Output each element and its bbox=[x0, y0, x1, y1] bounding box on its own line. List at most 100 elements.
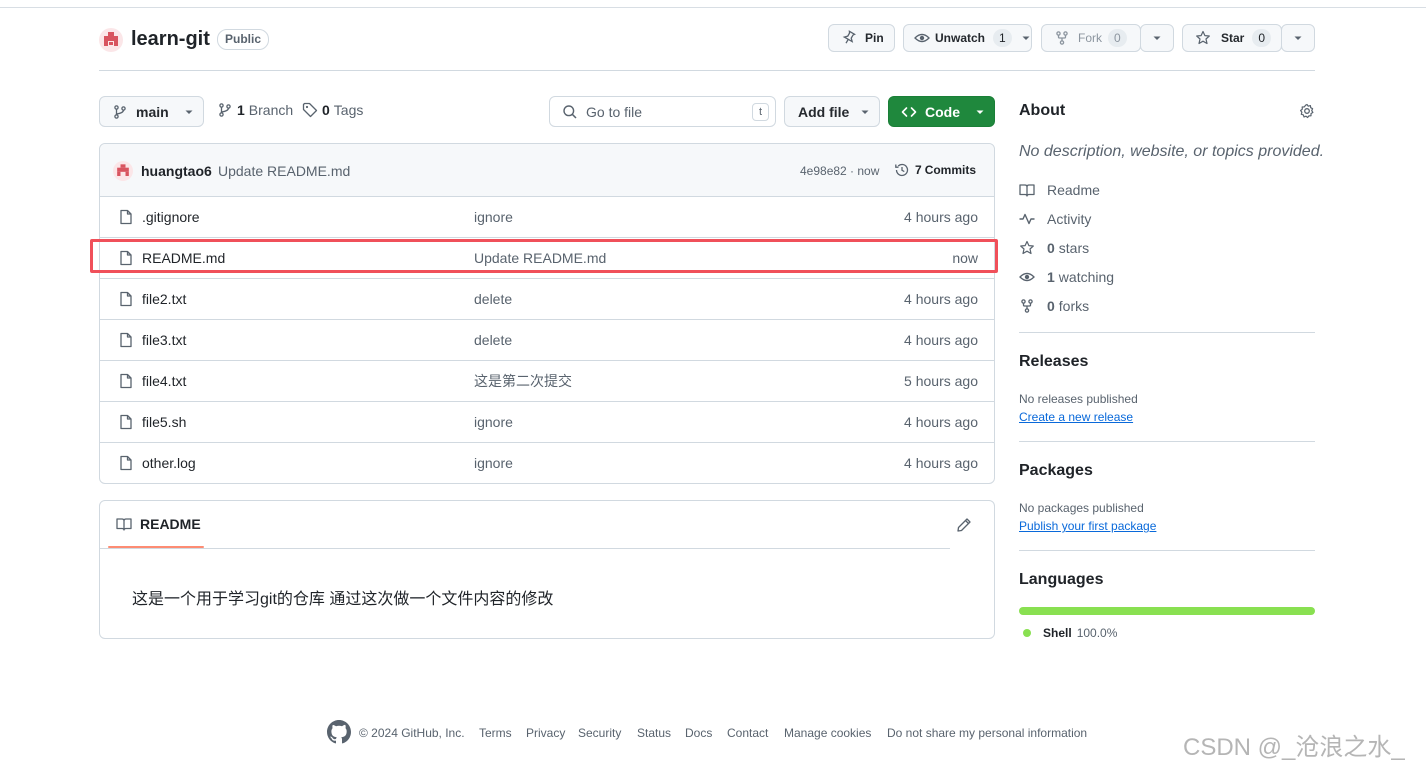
file-commit-time: 5 hours ago bbox=[904, 373, 978, 389]
publish-package-link[interactable]: Publish your first package bbox=[1019, 519, 1156, 533]
file-commit-message[interactable]: delete bbox=[474, 332, 512, 348]
footer-link-privacy[interactable]: Privacy bbox=[526, 726, 565, 740]
commit-author[interactable]: huangtao6 bbox=[141, 163, 212, 179]
file-commit-message[interactable]: ignore bbox=[474, 209, 513, 225]
file-icon bbox=[118, 291, 134, 307]
footer-link-manage-cookies[interactable]: Manage cookies bbox=[784, 726, 871, 740]
footer-link-docs[interactable]: Docs bbox=[685, 726, 712, 740]
file-row[interactable]: file5.sh ignore 4 hours ago bbox=[100, 401, 994, 442]
pin-label: Pin bbox=[865, 31, 884, 45]
file-name[interactable]: file5.sh bbox=[142, 414, 186, 430]
search-shortcut-key: t bbox=[752, 103, 769, 121]
commit-message[interactable]: Update README.md bbox=[218, 163, 350, 179]
visibility-badge: Public bbox=[217, 29, 270, 50]
footer-link-contact[interactable]: Contact bbox=[727, 726, 768, 740]
file-row[interactable]: .gitignore ignore 4 hours ago bbox=[100, 196, 994, 237]
file-row[interactable]: other.log ignore 4 hours ago bbox=[100, 442, 994, 483]
file-row[interactable]: file4.txt 这是第二次提交 5 hours ago bbox=[100, 360, 994, 401]
about-settings-button[interactable] bbox=[1299, 103, 1315, 119]
releases-heading[interactable]: Releases bbox=[1019, 353, 1088, 371]
create-release-link[interactable]: Create a new release bbox=[1019, 410, 1133, 424]
file-icon bbox=[118, 332, 134, 348]
fork-icon bbox=[1019, 298, 1047, 314]
readme-link[interactable]: Readme bbox=[1019, 182, 1100, 198]
file-name[interactable]: .gitignore bbox=[142, 209, 200, 225]
git-branch-icon bbox=[112, 104, 128, 120]
file-icon bbox=[118, 209, 134, 225]
repo-avatar[interactable] bbox=[99, 28, 123, 52]
file-commit-message[interactable]: 这是第二次提交 bbox=[474, 371, 572, 391]
forks-count: 0 bbox=[1047, 298, 1055, 314]
sidebar-divider bbox=[1019, 332, 1315, 333]
edit-readme-button[interactable] bbox=[956, 517, 972, 533]
book-icon bbox=[1019, 182, 1047, 198]
sidebar-divider bbox=[1019, 550, 1315, 551]
repo-name[interactable]: learn-git bbox=[131, 28, 210, 51]
tags-link[interactable]: 0 Tags bbox=[302, 102, 363, 118]
file-commit-time: 4 hours ago bbox=[904, 291, 978, 307]
file-name[interactable]: file3.txt bbox=[142, 332, 186, 348]
file-name[interactable]: file4.txt bbox=[142, 373, 186, 389]
search-icon bbox=[562, 104, 578, 120]
about-description: No description, website, or topics provi… bbox=[1019, 143, 1325, 160]
chevron-down-icon bbox=[974, 106, 986, 118]
file-commit-time: 4 hours ago bbox=[904, 332, 978, 348]
chevron-down-icon[interactable] bbox=[1020, 32, 1032, 44]
branch-name: main bbox=[136, 103, 169, 120]
commits-link[interactable]: 7 Commits bbox=[894, 162, 976, 178]
go-to-file-search[interactable]: Go to file t bbox=[549, 96, 776, 127]
branches-label: Branch bbox=[248, 102, 294, 118]
file-commit-message[interactable]: delete bbox=[474, 291, 512, 307]
footer-link-status[interactable]: Status bbox=[637, 726, 671, 740]
commit-hash-time[interactable]: 4e98e82 · now bbox=[800, 164, 879, 178]
file-name[interactable]: other.log bbox=[142, 455, 196, 471]
branch-select[interactable]: main bbox=[99, 96, 204, 127]
watermark: CSDN @_沧浪之水_ bbox=[1183, 734, 1405, 761]
file-commit-message[interactable]: ignore bbox=[474, 455, 513, 471]
releases-empty-text: No releases published bbox=[1019, 392, 1138, 406]
fork-label: Fork bbox=[1078, 31, 1102, 45]
readme-divider bbox=[100, 548, 950, 549]
chevron-down-icon bbox=[1151, 32, 1163, 44]
unwatch-label: Unwatch bbox=[935, 31, 986, 45]
footer-link-security[interactable]: Security bbox=[578, 726, 621, 740]
unwatch-button[interactable]: Unwatch 1 bbox=[903, 24, 1032, 52]
github-logo-icon[interactable] bbox=[327, 720, 351, 744]
code-button[interactable]: Code bbox=[888, 96, 995, 127]
readme-tab[interactable]: README bbox=[116, 516, 201, 532]
fork-dropdown-button[interactable] bbox=[1140, 24, 1174, 52]
stars-link[interactable]: 0 stars bbox=[1019, 240, 1089, 256]
file-row[interactable]: file3.txt delete 4 hours ago bbox=[100, 319, 994, 360]
readme-content: 这是一个用于学习git的仓库 通过这次做一个文件内容的修改 bbox=[132, 591, 554, 608]
add-file-button[interactable]: Add file bbox=[784, 96, 880, 127]
header-divider bbox=[99, 70, 1315, 71]
file-row[interactable]: file2.txt delete 4 hours ago bbox=[100, 278, 994, 319]
star-icon bbox=[1019, 240, 1047, 256]
forks-link[interactable]: 0 forks bbox=[1019, 298, 1089, 314]
pin-button[interactable]: Pin bbox=[828, 24, 895, 52]
watching-link[interactable]: 1 watching bbox=[1019, 269, 1114, 285]
code-label: Code bbox=[925, 103, 960, 120]
activity-link[interactable]: Activity bbox=[1019, 211, 1091, 227]
pin-icon bbox=[841, 30, 857, 46]
language-percent: 100.0% bbox=[1076, 626, 1118, 640]
footer-link-terms[interactable]: Terms bbox=[479, 726, 512, 740]
star-button[interactable]: Star 0 bbox=[1182, 24, 1282, 52]
fork-icon bbox=[1054, 30, 1070, 46]
packages-heading[interactable]: Packages bbox=[1019, 462, 1093, 480]
chevron-down-icon bbox=[1292, 32, 1304, 44]
file-commit-message[interactable]: ignore bbox=[474, 414, 513, 430]
star-label: Star bbox=[1221, 31, 1245, 45]
commit-author-avatar[interactable] bbox=[113, 161, 133, 181]
file-name[interactable]: file2.txt bbox=[142, 291, 186, 307]
fork-button[interactable]: Fork 0 bbox=[1041, 24, 1141, 52]
language-item-shell[interactable]: Shell 100.0% bbox=[1023, 626, 1117, 640]
star-dropdown-button[interactable] bbox=[1281, 24, 1315, 52]
search-placeholder: Go to file bbox=[586, 103, 643, 120]
footer-link-do-not-share[interactable]: Do not share my personal information bbox=[887, 726, 1087, 740]
readme-box bbox=[99, 500, 995, 639]
activity-label: Activity bbox=[1047, 211, 1092, 227]
about-heading: About bbox=[1019, 102, 1066, 119]
branches-link[interactable]: 1 Branch bbox=[217, 102, 293, 118]
languages-heading: Languages bbox=[1019, 571, 1104, 588]
